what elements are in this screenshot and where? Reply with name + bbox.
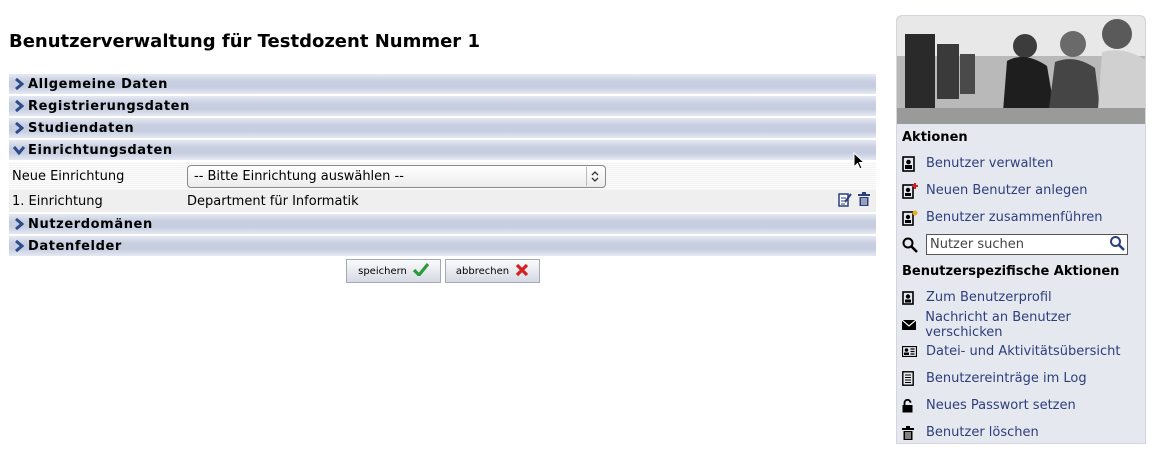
- user-log-link[interactable]: Benutzereinträge im Log: [897, 365, 1145, 392]
- section-datenfelder[interactable]: Datenfelder: [9, 236, 876, 256]
- delete-user-link[interactable]: Benutzer löschen: [897, 419, 1145, 443]
- new-einrichtung-row: Neue Einrichtung -- Bitte Einrichtung au…: [9, 162, 876, 190]
- actions-heading: Aktionen: [902, 129, 968, 145]
- search-icon[interactable]: [1109, 235, 1125, 255]
- save-button[interactable]: speichern: [346, 259, 441, 283]
- cancel-button[interactable]: abbrechen: [445, 259, 540, 283]
- section-studiendaten[interactable]: Studiendaten: [9, 118, 876, 138]
- lock-icon: [902, 398, 926, 413]
- user-card-icon: [902, 155, 926, 172]
- chevron-down-icon: [9, 145, 28, 155]
- manage-user-link[interactable]: Benutzer verwalten: [897, 150, 1145, 177]
- reset-password-link[interactable]: Neues Passwort setzen: [897, 392, 1145, 419]
- merge-user-link[interactable]: Benutzer zusammenführen: [897, 204, 1145, 231]
- new-user-link[interactable]: Neuen Benutzer anlegen: [897, 177, 1145, 204]
- sidebar-user-action-label: Zum Benutzerprofil: [926, 290, 1052, 305]
- einrichtung-entry-row: 1. Einrichtung Department für Informatik: [9, 190, 876, 212]
- magnifier-icon: [902, 237, 926, 253]
- sidebar-user-action-label: Benutzereinträge im Log: [926, 371, 1087, 386]
- mouse-pointer-icon: [853, 151, 866, 174]
- section-allgemeine-daten[interactable]: Allgemeine Daten: [9, 74, 876, 94]
- chevron-right-icon: [9, 240, 28, 252]
- trash-icon: [902, 425, 926, 440]
- header-photo: [897, 16, 1145, 124]
- section-label: Einrichtungsdaten: [28, 142, 173, 158]
- einrichtung-entry-value: Department für Informatik: [187, 193, 359, 209]
- sidebar-action-label: Benutzer verwalten: [926, 156, 1054, 171]
- sidebar-user-action-label: Nachricht an Benutzer verschicken: [925, 309, 1071, 340]
- trash-icon[interactable]: [858, 191, 870, 211]
- select-arrows-icon: [586, 166, 602, 186]
- form-buttons: speichern abbrechen: [346, 259, 540, 283]
- edit-icon[interactable]: [838, 192, 852, 211]
- user-search-placeholder: Nutzer suchen: [930, 237, 1024, 252]
- section-label: Studiendaten: [28, 120, 135, 136]
- section-label: Allgemeine Daten: [28, 76, 168, 92]
- section-label: Nutzerdomänen: [28, 216, 153, 232]
- einrichtung-select-value: -- Bitte Einrichtung auswählen --: [194, 168, 404, 184]
- new-einrichtung-label: Neue Einrichtung: [12, 168, 125, 184]
- cross-icon: [515, 263, 529, 280]
- user-add-icon: [902, 182, 926, 199]
- user-merge-icon: [902, 210, 926, 226]
- sidebar-action-label: Benutzer zusammenführen: [926, 210, 1103, 225]
- section-nutzerdomaenen[interactable]: Nutzerdomänen: [9, 214, 876, 234]
- sidebar: Aktionen Benutzer verwalten Neuen Benutz…: [896, 15, 1146, 444]
- section-einrichtungsdaten[interactable]: Einrichtungsdaten: [9, 140, 876, 160]
- sidebar-user-action-label: Neues Passwort setzen: [926, 398, 1076, 413]
- section-registrierungsdaten[interactable]: Registrierungsdaten: [9, 96, 876, 116]
- sidebar-user-action-label: Benutzer löschen: [926, 425, 1039, 440]
- einrichtungsdaten-body: Neue Einrichtung -- Bitte Einrichtung au…: [9, 162, 876, 212]
- sections-panel: Allgemeine Daten Registrierungsdaten Stu…: [9, 74, 876, 258]
- checkmark-icon: [412, 262, 430, 279]
- einrichtung-select[interactable]: -- Bitte Einrichtung auswählen --: [187, 164, 606, 188]
- section-label: Registrierungsdaten: [28, 98, 190, 114]
- id-card-icon: [902, 346, 926, 357]
- sidebar-user-action-label: Datei- und Aktivitätsübersicht: [926, 344, 1121, 359]
- file-activity-link[interactable]: Datei- und Aktivitätsübersicht: [897, 338, 1145, 365]
- cancel-button-label: abbrechen: [455, 265, 510, 277]
- sidebar-action-label: Neuen Benutzer anlegen: [926, 183, 1088, 198]
- user-search-row: Nutzer suchen: [897, 231, 1145, 258]
- chevron-right-icon: [9, 218, 28, 230]
- user-actions-heading: Benutzerspezifische Aktionen: [902, 263, 1120, 279]
- save-button-label: speichern: [358, 265, 407, 277]
- einrichtung-entry-label: 1. Einrichtung: [12, 193, 103, 209]
- user-search-input[interactable]: Nutzer suchen: [926, 234, 1128, 255]
- section-label: Datenfelder: [28, 238, 122, 254]
- chevron-right-icon: [9, 100, 28, 112]
- page-title: Benutzerverwaltung für Testdozent Nummer…: [9, 31, 480, 52]
- send-message-link[interactable]: Nachricht an Benutzer verschicken: [897, 309, 1145, 340]
- profile-icon: [902, 290, 926, 305]
- log-icon: [902, 371, 926, 386]
- mail-icon: [902, 319, 925, 330]
- chevron-right-icon: [9, 122, 28, 134]
- user-profile-link[interactable]: Zum Benutzerprofil: [897, 284, 1145, 311]
- chevron-right-icon: [9, 78, 28, 90]
